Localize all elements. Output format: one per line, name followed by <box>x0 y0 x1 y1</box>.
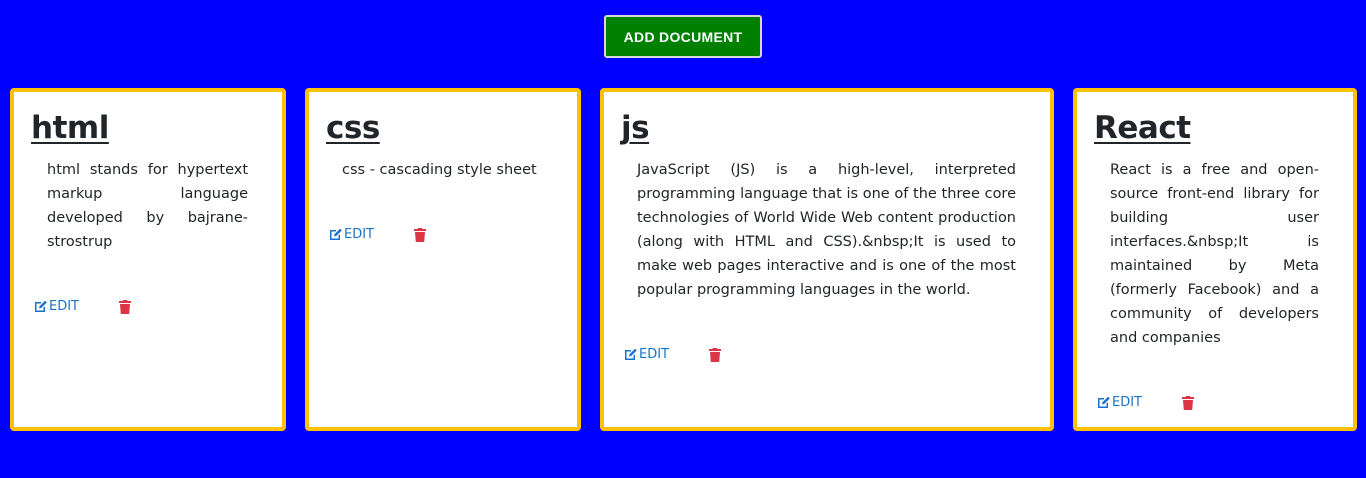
edit-button[interactable]: EDIT <box>34 299 79 314</box>
card-actions: EDIT <box>1097 395 1194 410</box>
edit-icon <box>625 348 637 360</box>
trash-icon <box>119 299 131 314</box>
document-card: html html stands for hypertext markup la… <box>10 88 286 431</box>
card-text: JavaScript (JS) is a high-level, interpr… <box>637 162 1016 298</box>
trash-icon <box>709 347 721 362</box>
delete-button[interactable] <box>1182 395 1194 410</box>
edit-icon <box>330 228 342 240</box>
add-document-button[interactable]: ADD DOCUMENT <box>604 15 762 58</box>
document-card: React React is a free and open-source fr… <box>1073 88 1357 431</box>
document-card: js JavaScript (JS) is a high-level, inte… <box>600 88 1054 431</box>
card-title: css <box>326 110 380 146</box>
edit-button[interactable]: EDIT <box>624 347 669 362</box>
card-title: js <box>621 110 650 146</box>
trash-icon <box>1182 395 1194 410</box>
edit-button[interactable]: EDIT <box>1097 395 1142 410</box>
card-text: html stands for hypertext markup languag… <box>47 162 248 250</box>
edit-label: EDIT <box>49 299 79 314</box>
edit-icon <box>1098 396 1110 408</box>
card-actions: EDIT <box>34 299 131 314</box>
delete-button[interactable] <box>119 299 131 314</box>
card-text: css - cascading style sheet <box>342 162 537 178</box>
card-actions: EDIT <box>624 347 721 362</box>
edit-icon <box>35 300 47 312</box>
card-actions: EDIT <box>329 227 426 242</box>
card-title: React <box>1094 110 1191 146</box>
delete-button[interactable] <box>709 347 721 362</box>
edit-label: EDIT <box>344 227 374 242</box>
document-card: css css - cascading style sheet EDIT <box>305 88 581 431</box>
trash-icon <box>414 227 426 242</box>
edit-label: EDIT <box>639 347 669 362</box>
edit-label: EDIT <box>1112 395 1142 410</box>
delete-button[interactable] <box>414 227 426 242</box>
edit-button[interactable]: EDIT <box>329 227 374 242</box>
card-title: html <box>31 110 109 146</box>
card-text: React is a free and open-source front-en… <box>1110 162 1319 346</box>
